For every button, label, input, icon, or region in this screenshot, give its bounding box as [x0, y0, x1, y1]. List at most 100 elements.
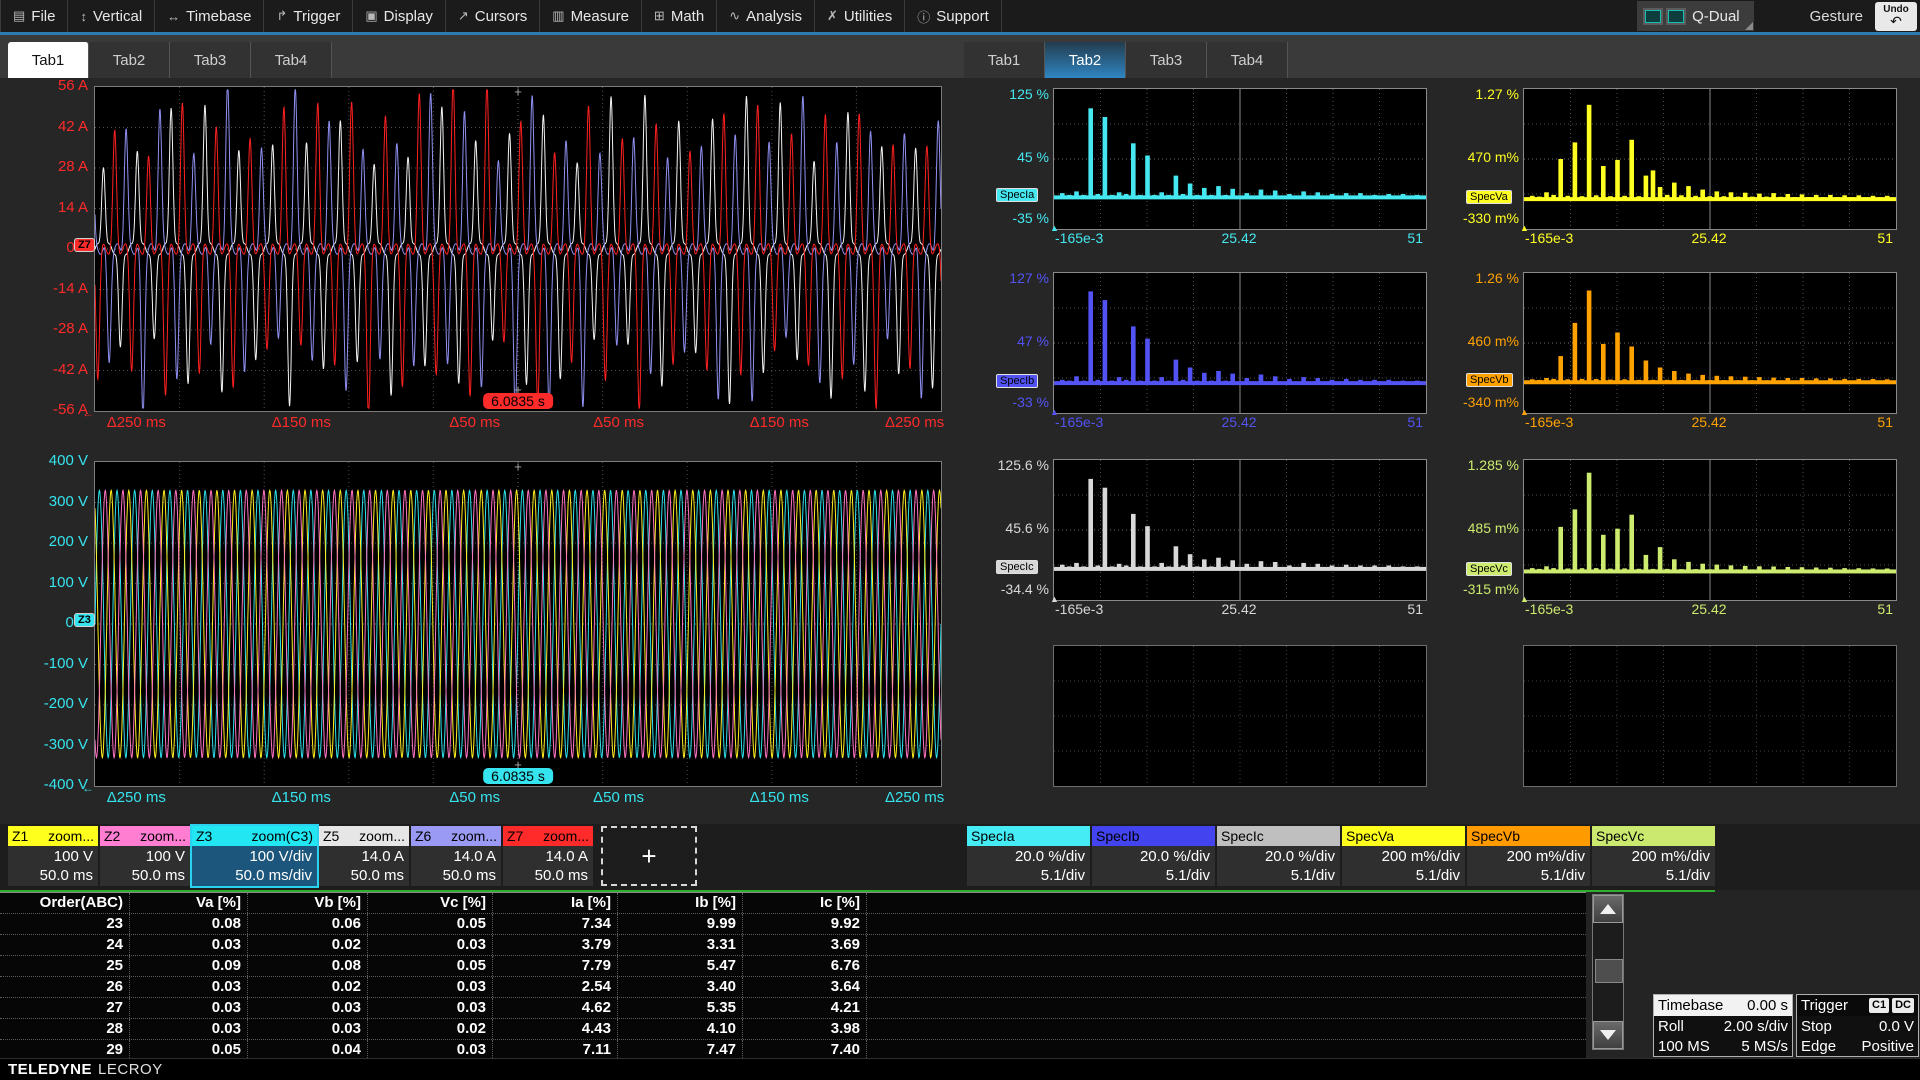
spectrum-grid-area[interactable] — [1523, 459, 1897, 601]
harmonic-bar — [1266, 196, 1271, 199]
waveform-grid-area[interactable]: ++6.0835 s — [94, 86, 942, 412]
spectrum-grid-area[interactable] — [1053, 645, 1427, 787]
spectrum-source-badge[interactable]: SpecVb — [1466, 373, 1513, 387]
add-trace-button[interactable]: + — [601, 826, 697, 886]
spectrum-y-label: 45.6 % — [989, 520, 1049, 536]
descriptor-body: 14.0 A50.0 ms — [411, 846, 501, 885]
descriptor-body: 100 V50.0 ms — [100, 846, 190, 885]
spectrum-grid-area[interactable] — [1053, 272, 1427, 414]
descriptor-specic[interactable]: SpecIc20.0 %/div5.1/div — [1217, 826, 1340, 886]
table-cell: 25 — [0, 956, 130, 976]
spectrum-source-badge[interactable]: SpecIc — [996, 560, 1038, 574]
menu-item-trigger[interactable]: ↱Trigger — [264, 0, 353, 32]
spectrum-source-badge[interactable]: SpecIa — [996, 188, 1038, 202]
spectrum-grid-area[interactable] — [1053, 88, 1427, 230]
spectrum-source-badge[interactable]: SpecVc — [1466, 562, 1512, 576]
descriptor-specva[interactable]: SpecVa200 m%/div5.1/div — [1342, 826, 1465, 886]
spectrum-grid-area[interactable] — [1523, 272, 1897, 414]
harmonic-bar — [1778, 380, 1783, 383]
harmonic-bar — [1124, 566, 1129, 570]
support-icon: ⓘ — [917, 7, 930, 26]
waveform-grid-area[interactable]: ++6.0835 s — [94, 461, 942, 787]
harmonic-bar — [1365, 196, 1370, 199]
harmonic-bar — [1238, 382, 1243, 385]
harmonic-bar — [1294, 382, 1299, 385]
y-tick-label: -100 V — [30, 655, 88, 673]
harmonic-bar — [1615, 160, 1620, 200]
table-row[interactable]: 230.080.060.057.349.999.92 — [0, 914, 1586, 935]
menu-item-vertical[interactable]: ↕Vertical — [68, 0, 155, 32]
zoom-time-badge[interactable]: 6.0835 s — [483, 768, 553, 784]
harmonic-bar — [1544, 566, 1549, 572]
descriptor-specib[interactable]: SpecIb20.0 %/div5.1/div — [1092, 826, 1215, 886]
descriptor-z3[interactable]: Z3zoom(C3)100 V/div50.0 ms/div — [192, 826, 317, 886]
descriptor-specia[interactable]: SpecIa20.0 %/div5.1/div — [967, 826, 1090, 886]
y-tick-label: 200 V — [30, 533, 88, 551]
undo-button[interactable]: Undo ↶ — [1875, 2, 1917, 31]
scrollbar-thumb[interactable] — [1595, 959, 1623, 983]
table-scrollbar[interactable] — [1592, 894, 1624, 1050]
descriptor-z7[interactable]: Z7zoom...14.0 A50.0 ms — [503, 826, 593, 886]
table-row[interactable]: 240.030.020.033.793.313.69 — [0, 935, 1586, 956]
descriptor-line: 20.0 %/div — [1217, 847, 1335, 866]
descriptor-line: 5.1/div — [1092, 866, 1210, 885]
descriptor-strip: Z1zoom...100 V50.0 msZ2zoom...100 V50.0 … — [0, 824, 1920, 890]
tab-tab4[interactable]: Tab4 — [1207, 42, 1288, 78]
descriptor-z2[interactable]: Z2zoom...100 V50.0 ms — [100, 826, 190, 886]
tab-tab3[interactable]: Tab3 — [1126, 42, 1207, 78]
tab-tab3[interactable]: Tab3 — [170, 42, 251, 78]
menu-item-analysis[interactable]: ∿Analysis — [717, 0, 815, 32]
menu-item-display[interactable]: ▣Display — [353, 0, 445, 32]
zoom-source-badge[interactable]: Z3 — [74, 613, 95, 627]
menu-item-timebase[interactable]: ↔Timebase — [155, 0, 264, 32]
timebase-value: 0.00 s — [1747, 997, 1788, 1014]
descriptor-z6[interactable]: Z6zoom...14.0 A50.0 ms — [411, 826, 501, 886]
descriptor-specvb[interactable]: SpecVb200 m%/div5.1/div — [1467, 826, 1590, 886]
tab-tab2[interactable]: Tab2 — [89, 42, 170, 78]
menu-item-utilities[interactable]: ✗Utilities — [815, 0, 905, 32]
table-row[interactable]: 260.030.020.032.543.403.64 — [0, 977, 1586, 998]
spectrum-y-label: 460 m% — [1459, 333, 1519, 349]
table-row[interactable]: 280.030.030.024.434.103.98 — [0, 1019, 1586, 1040]
tab-tab1[interactable]: Tab1 — [8, 42, 89, 78]
spectrum-source-badge[interactable]: SpecVa — [1466, 190, 1512, 204]
descriptor-body: 200 m%/div5.1/div — [1592, 846, 1715, 885]
x-tick-label: Δ150 ms — [750, 414, 809, 431]
zoom-time-badge[interactable]: 6.0835 s — [483, 393, 553, 409]
table-cell: 7.79 — [493, 956, 618, 976]
descriptor-specvc[interactable]: SpecVc200 m%/div5.1/div — [1592, 826, 1715, 886]
harmonic-bar — [1814, 378, 1819, 383]
menu-item-file[interactable]: ▤File — [0, 0, 68, 32]
spectrum-grid-area[interactable] — [1523, 645, 1897, 787]
harmonic-bar — [1835, 197, 1840, 200]
harmonic-bar — [1651, 380, 1656, 384]
harmonic-bar — [1580, 568, 1585, 572]
spectrum-grid-area[interactable] — [1053, 459, 1427, 601]
menu-item-support[interactable]: ⓘSupport — [905, 0, 1002, 32]
trigger-summary-box[interactable]: Trigger C1 DC Stop 0.0 V Edge Positive — [1796, 994, 1919, 1057]
tab-tab4[interactable]: Tab4 — [251, 42, 332, 78]
harmonic-bar — [1230, 374, 1235, 385]
zoom-source-badge[interactable]: Z7 — [74, 238, 95, 252]
descriptor-z1[interactable]: Z1zoom...100 V50.0 ms — [8, 826, 98, 886]
harmonic-bar — [1722, 196, 1727, 200]
harmonic-bar — [1864, 381, 1869, 384]
harmonic-bar — [1622, 196, 1627, 200]
table-row[interactable]: 270.030.030.034.625.354.21 — [0, 998, 1586, 1019]
menu-item-math[interactable]: ⊞Math — [642, 0, 717, 32]
timebase-summary-box[interactable]: Timebase 0.00 s Roll 2.00 s/div 100 MS 5… — [1653, 994, 1793, 1057]
tab-tab2[interactable]: Tab2 — [1045, 42, 1126, 78]
table-row[interactable]: 250.090.080.057.795.476.76 — [0, 956, 1586, 977]
scroll-up-button[interactable] — [1593, 895, 1623, 923]
trigger-badges: C1 DC — [1869, 998, 1914, 1013]
spectrum-source-badge[interactable]: SpecIb — [996, 374, 1038, 388]
menu-item-measure[interactable]: ▥Measure — [540, 0, 642, 32]
scroll-down-button[interactable] — [1593, 1021, 1623, 1049]
harmonic-bar — [1266, 567, 1271, 570]
tab-tab1[interactable]: Tab1 — [964, 42, 1045, 78]
table-cell: 0.02 — [248, 977, 368, 997]
menu-item-cursors[interactable]: ↗Cursors — [446, 0, 540, 32]
qdual-selector[interactable]: Q-Dual — [1637, 1, 1754, 31]
descriptor-z5[interactable]: Z5zoom...14.0 A50.0 ms — [319, 826, 409, 886]
spectrum-grid-area[interactable] — [1523, 88, 1897, 230]
